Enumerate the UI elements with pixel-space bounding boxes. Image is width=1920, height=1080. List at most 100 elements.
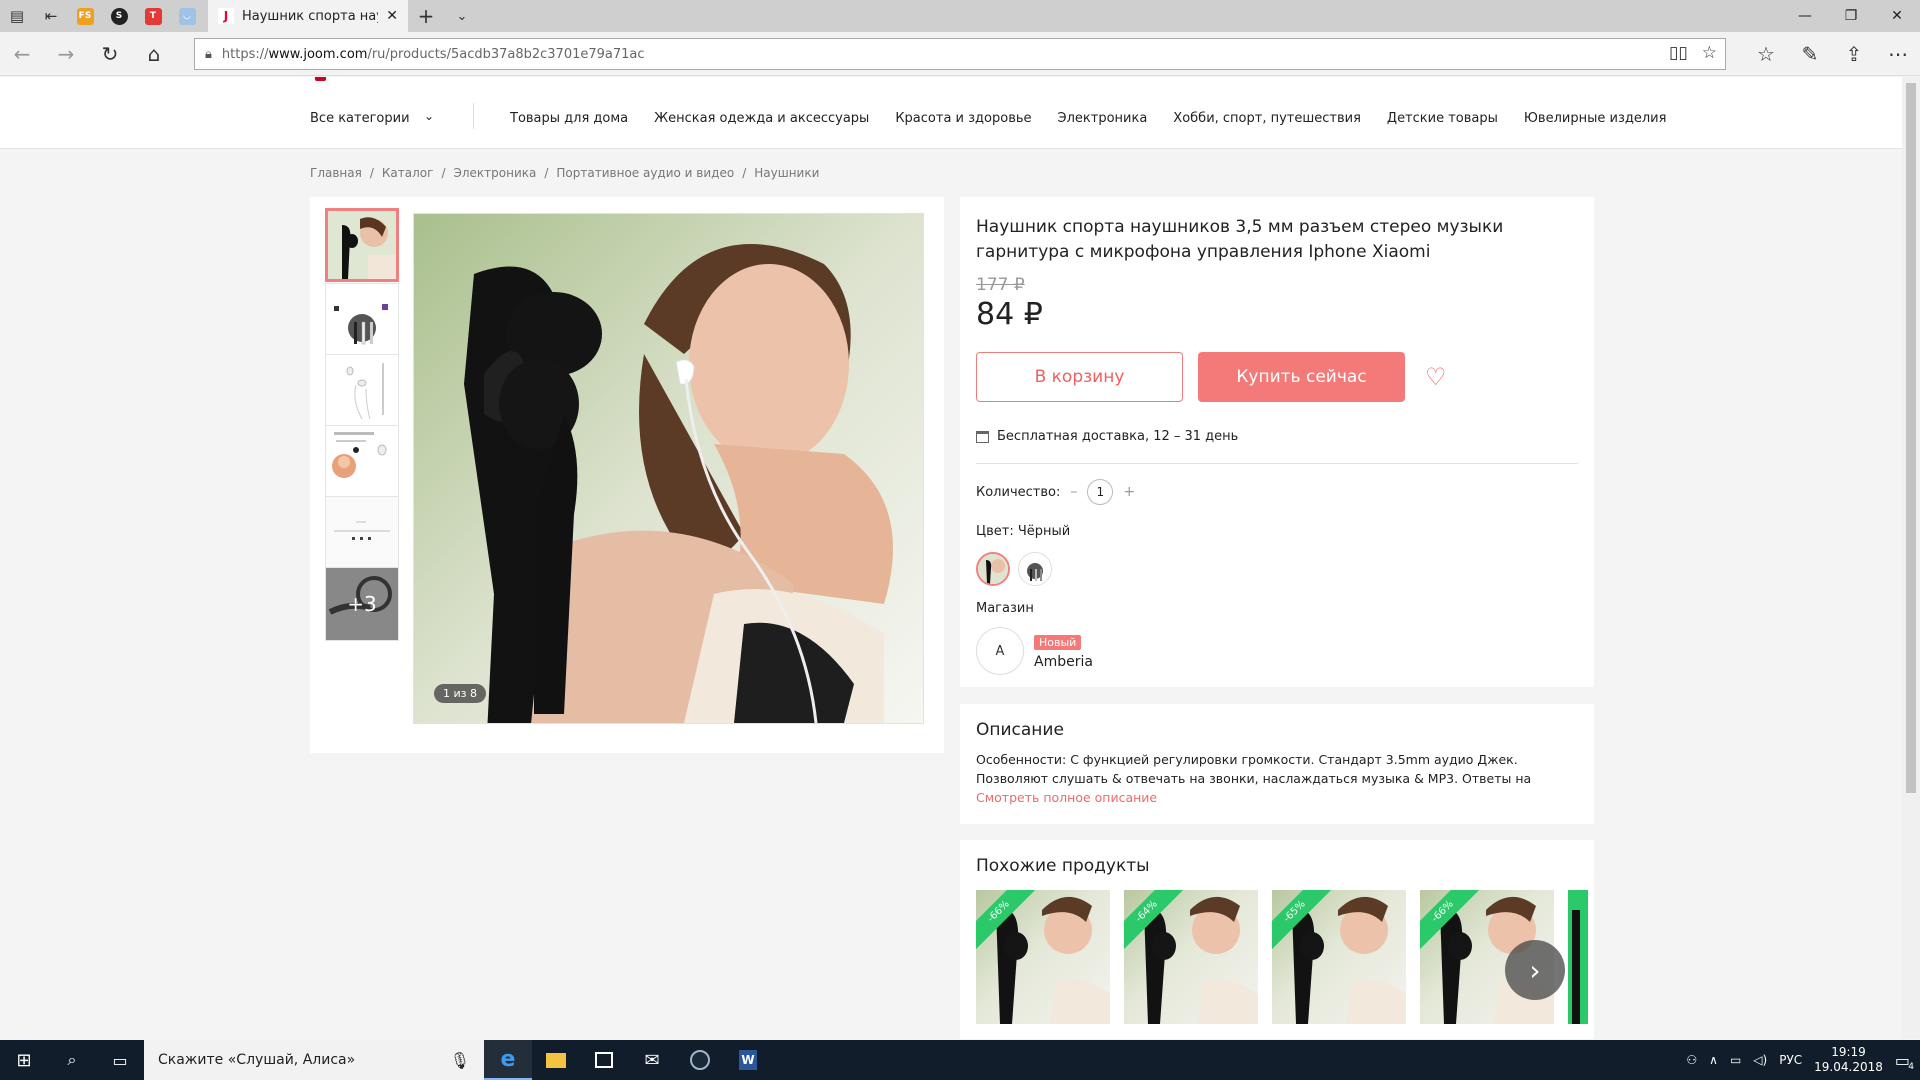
browser-nav-bar: ← → ↻ ⌂ 🔒︎ https:// www.joom.com /ru/pro… <box>0 32 1920 76</box>
lock-icon: 🔒︎ <box>205 46 212 62</box>
language-indicator[interactable]: РУС <box>1779 1053 1802 1067</box>
set-aside-tabs-icon[interactable]: ⇤ <box>34 0 68 32</box>
new-tab-button[interactable]: + <box>408 0 444 32</box>
store-icon[interactable] <box>580 1040 628 1080</box>
close-tab-icon[interactable]: ✕ <box>386 8 398 24</box>
tab-manager-icon[interactable]: ▤ <box>0 0 34 32</box>
home-icon[interactable]: ⌂ <box>132 32 176 76</box>
file-explorer-icon[interactable] <box>532 1040 580 1080</box>
favorites-hub-icon[interactable]: ☆ <box>1744 32 1788 76</box>
tab-list-chevron-icon[interactable]: ⌄ <box>444 0 480 32</box>
carousel-next-button[interactable]: › <box>1505 940 1565 1000</box>
share-icon[interactable]: ⇪ <box>1832 32 1876 76</box>
similar-product-card[interactable]: -64% <box>1124 890 1258 1024</box>
tab-active[interactable]: J Наушник спорта науш ✕ <box>208 0 408 32</box>
pinned-tab-s-icon[interactable]: S <box>102 0 136 32</box>
favorite-star-icon[interactable]: ☆ <box>1702 43 1717 63</box>
breadcrumb-link[interactable]: Каталог <box>382 166 434 180</box>
decrease-button[interactable]: – <box>1070 484 1077 500</box>
breadcrumb-sep: / <box>369 166 374 180</box>
description-text: Особенности: С функцией регулировки гром… <box>976 752 1532 786</box>
notification-icon[interactable]: ▭ 4 <box>1895 1051 1914 1072</box>
category-link[interactable]: Хобби, спорт, путешествия <box>1173 111 1361 126</box>
reading-view-icon[interactable]: ▯▯ <box>1669 43 1688 63</box>
pinned-tab-fs-icon[interactable]: FS <box>68 0 102 32</box>
product-gallery: +3 1 из 8 <box>310 197 944 753</box>
increase-button[interactable]: + <box>1123 484 1135 500</box>
back-icon[interactable]: ← <box>0 32 44 76</box>
category-link[interactable]: Товары для дома <box>510 111 628 126</box>
cortana-search-box[interactable]: Скажите «Слушай, Алиса» 🎙︎ <box>144 1040 484 1080</box>
breadcrumb-link[interactable]: Главная <box>310 166 362 180</box>
main-product-image[interactable]: 1 из 8 <box>413 213 924 724</box>
refresh-icon[interactable]: ↻ <box>88 32 132 76</box>
microphone-icon[interactable]: 🎙︎ <box>450 1051 470 1070</box>
delivery-text: Бесплатная доставка, 12 – 31 день <box>997 429 1239 444</box>
joom-logo-icon[interactable] <box>315 77 326 81</box>
mail-icon[interactable]: ✉ <box>628 1040 676 1080</box>
shop-name-link[interactable]: Amberia <box>1034 654 1093 670</box>
category-link[interactable]: Электроника <box>1058 111 1148 126</box>
word-icon[interactable]: W <box>724 1040 772 1080</box>
edge-app-icon[interactable]: e <box>484 1040 532 1080</box>
gallery-thumb[interactable] <box>325 354 399 428</box>
breadcrumb-sep: / <box>544 166 549 180</box>
shop-avatar[interactable]: A <box>976 627 1024 675</box>
quantity-stepper: Количество: – 1 + <box>976 479 1135 505</box>
scrollbar-thumb[interactable] <box>1906 83 1916 793</box>
steam-icon[interactable] <box>676 1040 724 1080</box>
windows-start-icon[interactable]: ⊞ <box>0 1040 48 1080</box>
gallery-thumb[interactable] <box>325 496 399 570</box>
minimize-icon[interactable]: — <box>1782 0 1828 32</box>
description-section: Описание Особенности: С функцией регулир… <box>960 704 1594 824</box>
breadcrumb: Главная / Каталог / Электроника / Портат… <box>310 166 819 180</box>
color-swatch-black[interactable] <box>976 552 1010 586</box>
address-bar[interactable]: 🔒︎ https:// www.joom.com /ru/products/5a… <box>194 38 1726 70</box>
similar-product-card[interactable]: -66% <box>976 890 1110 1024</box>
browser-tab-bar: ▤ ⇤ FS S T ◡ J Наушник спорта науш ✕ + ⌄… <box>0 0 1920 32</box>
volume-icon[interactable]: ◁) <box>1753 1053 1767 1067</box>
heart-icon[interactable]: ♡ <box>1425 363 1447 391</box>
category-link[interactable]: Красота и здоровье <box>895 111 1031 126</box>
gallery-thumb-more[interactable]: +3 <box>325 567 399 641</box>
add-to-cart-button[interactable]: В корзину <box>976 352 1183 402</box>
chevron-down-icon[interactable]: ⌄ <box>424 109 434 123</box>
tab-title: Наушник спорта науш <box>242 8 378 24</box>
pinned-tab-t-icon[interactable]: T <box>136 0 170 32</box>
similar-product-card-partial[interactable] <box>1568 890 1588 1024</box>
gallery-thumb[interactable] <box>325 208 399 282</box>
people-icon[interactable]: ⚇ <box>1686 1053 1697 1067</box>
breadcrumb-link[interactable]: Наушники <box>754 166 819 180</box>
color-swatch-grey[interactable] <box>1018 552 1052 586</box>
gallery-thumb[interactable] <box>325 283 399 357</box>
forward-icon[interactable]: → <box>44 32 88 76</box>
network-icon[interactable]: ▭ <box>1730 1053 1741 1067</box>
more-options-icon[interactable]: ⋯ <box>1876 32 1920 76</box>
all-categories-button[interactable]: Все категории <box>310 111 410 126</box>
breadcrumb-link[interactable]: Портативное аудио и видео <box>556 166 734 180</box>
restore-icon[interactable]: ❐ <box>1828 0 1874 32</box>
page-scrollbar[interactable] <box>1902 77 1920 1039</box>
category-link[interactable]: Женская одежда и аксессуары <box>654 111 869 126</box>
pinned-tab-mask-icon[interactable]: ◡ <box>170 0 204 32</box>
breadcrumb-link[interactable]: Электроника <box>453 166 536 180</box>
breadcrumb-sep: / <box>441 166 446 180</box>
category-link[interactable]: Детские товары <box>1387 111 1498 126</box>
clock-date: 19.04.2018 <box>1814 1060 1883 1074</box>
quantity-value[interactable]: 1 <box>1087 479 1114 505</box>
gallery-thumb[interactable] <box>325 425 399 499</box>
task-view-icon[interactable]: ▭ <box>96 1040 144 1080</box>
buy-now-button[interactable]: Купить сейчас <box>1198 352 1405 402</box>
category-bar: Все категории ⌄ Товары для дома Женская … <box>0 87 1902 149</box>
web-note-icon[interactable]: ✎ <box>1788 32 1832 76</box>
tray-chevron-up-icon[interactable]: ∧ <box>1709 1053 1718 1067</box>
chevron-right-icon: › <box>1529 953 1541 987</box>
product-title: Наушник спорта наушников 3,5 мм разъем с… <box>976 217 1504 262</box>
close-window-icon[interactable]: ✕ <box>1874 0 1920 32</box>
more-images-label: +3 <box>347 592 377 616</box>
search-icon[interactable]: ⌕ <box>48 1040 96 1080</box>
category-link[interactable]: Ювелирные изделия <box>1524 111 1667 126</box>
full-description-link[interactable]: Смотреть полное описание <box>976 790 1157 805</box>
clock[interactable]: 19:19 19.04.2018 <box>1814 1045 1883 1075</box>
similar-product-card[interactable]: -65% <box>1272 890 1406 1024</box>
